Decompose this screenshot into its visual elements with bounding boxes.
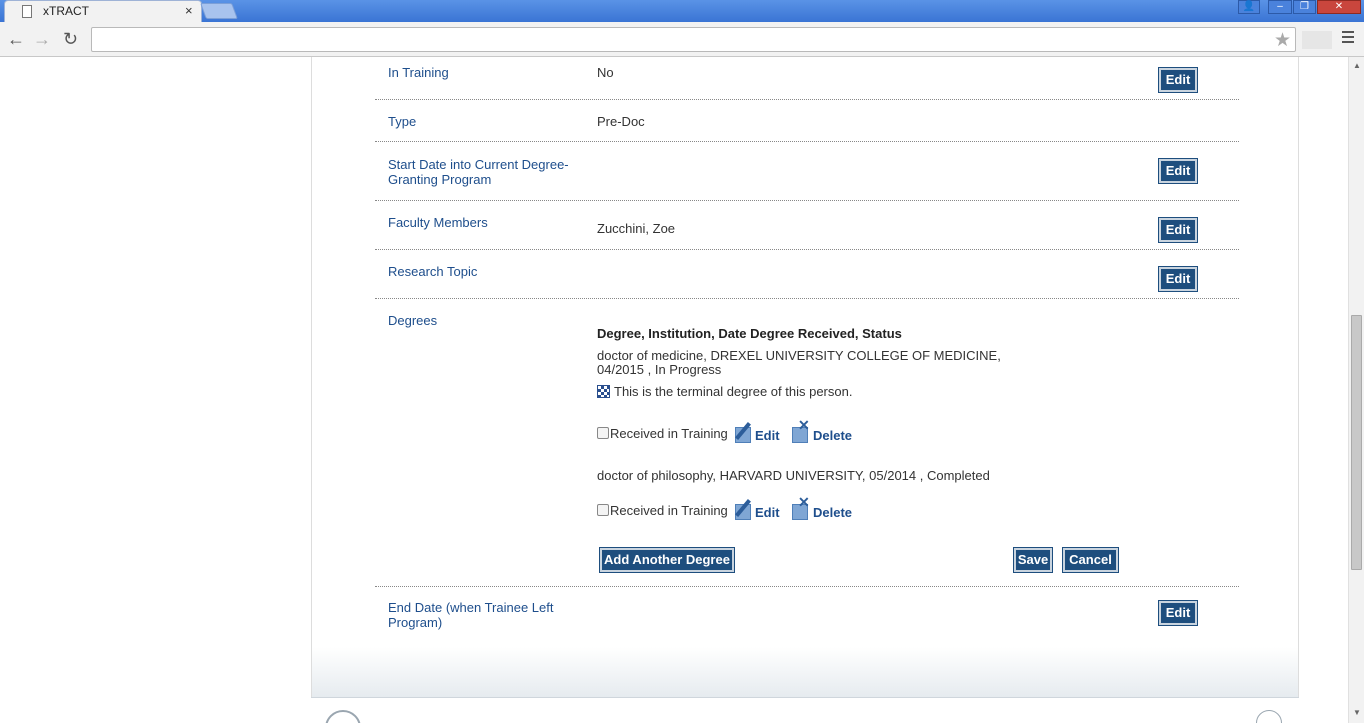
value-in-training: No xyxy=(597,65,614,80)
footer-help-icon[interactable] xyxy=(1256,710,1282,723)
value-type: Pre-Doc xyxy=(597,114,645,129)
degree-1-delete-link[interactable]: Delete xyxy=(813,428,852,443)
terminal-flag-icon xyxy=(597,385,610,398)
edit-start-date-button[interactable]: Edit xyxy=(1158,158,1198,184)
edit-in-training-button[interactable]: Edit xyxy=(1158,67,1198,93)
degree-2-received-label: Received in Training xyxy=(610,503,728,518)
forward-icon[interactable]: → xyxy=(33,29,51,50)
panel-footer xyxy=(311,647,1299,697)
page-footer xyxy=(311,697,1299,723)
back-icon[interactable]: ← xyxy=(7,29,25,50)
delete-icon[interactable] xyxy=(790,417,812,443)
degree-1-line1: doctor of medicine, DREXEL UNIVERSITY CO… xyxy=(597,348,1001,363)
degree-1-terminal: This is the terminal degree of this pers… xyxy=(597,385,852,399)
value-faculty-members: Zucchini, Zoe xyxy=(597,221,676,236)
new-tab-button[interactable] xyxy=(200,3,238,19)
label-end-date: End Date (when Trainee Left Program) xyxy=(388,600,554,630)
degree-2-line1: doctor of philosophy, HARVARD UNIVERSITY… xyxy=(597,468,990,483)
degree-1-received-label: Received in Training xyxy=(610,426,728,441)
close-window-button[interactable]: ✕ xyxy=(1317,0,1361,14)
maximize-button[interactable]: ❐ xyxy=(1293,0,1316,14)
label-degrees: Degrees xyxy=(388,313,438,328)
degree-2-delete-link[interactable]: Delete xyxy=(813,505,852,520)
pencil-icon[interactable] xyxy=(733,498,755,520)
footer-logo-icon xyxy=(325,710,361,723)
add-another-degree-button[interactable]: Add Another Degree xyxy=(599,547,735,573)
degree-2-received-checkbox[interactable] xyxy=(597,504,609,516)
degree-1-received-checkbox[interactable] xyxy=(597,427,609,439)
scroll-up-icon[interactable]: ▲ xyxy=(1353,61,1361,70)
reload-icon[interactable]: ↻ xyxy=(63,29,78,50)
label-research-topic: Research Topic xyxy=(388,264,478,279)
page-scrollbar[interactable]: ▲ ▼ xyxy=(1348,57,1364,723)
edit-end-date-button[interactable]: Edit xyxy=(1158,600,1198,626)
label-type: Type xyxy=(388,114,417,129)
scroll-thumb[interactable] xyxy=(1351,315,1362,570)
row-type: Type Pre-Doc xyxy=(375,100,1239,142)
degrees-header: Degree, Institution, Date Degree Receive… xyxy=(597,326,902,341)
degree-1-line2: 04/2015 , In Progress xyxy=(597,362,722,377)
edit-faculty-members-button[interactable]: Edit xyxy=(1158,217,1198,243)
extension-area xyxy=(1302,31,1332,49)
label-faculty-members: Faculty Members xyxy=(388,215,488,230)
label-start-date: Start Date into Current Degree-Granting … xyxy=(388,157,569,187)
bookmark-star-icon[interactable]: ★ xyxy=(1274,29,1291,52)
tab-close-icon[interactable]: × xyxy=(185,3,193,18)
scroll-down-icon[interactable]: ▼ xyxy=(1353,708,1361,717)
profile-icon[interactable]: 👤 xyxy=(1238,0,1260,14)
terminal-note: This is the terminal degree of this pers… xyxy=(614,384,853,399)
label-in-training: In Training xyxy=(388,65,449,80)
degree-1-edit-link[interactable]: Edit xyxy=(755,428,780,443)
menu-icon[interactable] xyxy=(1342,31,1354,46)
delete-icon[interactable] xyxy=(790,494,812,520)
address-bar[interactable]: ★ xyxy=(91,27,1296,52)
cancel-button[interactable]: Cancel xyxy=(1062,547,1119,573)
row-faculty-members: Faculty Members Zucchini, Zoe Edit xyxy=(375,201,1239,250)
edit-research-topic-button[interactable]: Edit xyxy=(1158,266,1198,292)
pencil-icon[interactable] xyxy=(733,421,755,443)
tab-title: xTRACT xyxy=(43,4,89,18)
title-bar: xTRACT × 👤 – ❐ ✕ xyxy=(0,0,1364,22)
page-icon xyxy=(22,5,32,18)
minimize-button[interactable]: – xyxy=(1268,0,1292,14)
browser-toolbar: ← → ↻ ★ xyxy=(0,22,1364,57)
row-start-date: Start Date into Current Degree-Granting … xyxy=(375,142,1239,201)
degree-2-edit-link[interactable]: Edit xyxy=(755,505,780,520)
browser-tab[interactable]: xTRACT × xyxy=(4,0,202,22)
save-button[interactable]: Save xyxy=(1013,547,1053,573)
row-degrees: Degrees xyxy=(375,299,1239,587)
row-research-topic: Research Topic Edit xyxy=(375,250,1239,299)
row-end-date: End Date (when Trainee Left Program) Edi… xyxy=(375,587,1239,632)
row-in-training: In Training No Edit xyxy=(375,57,1239,100)
